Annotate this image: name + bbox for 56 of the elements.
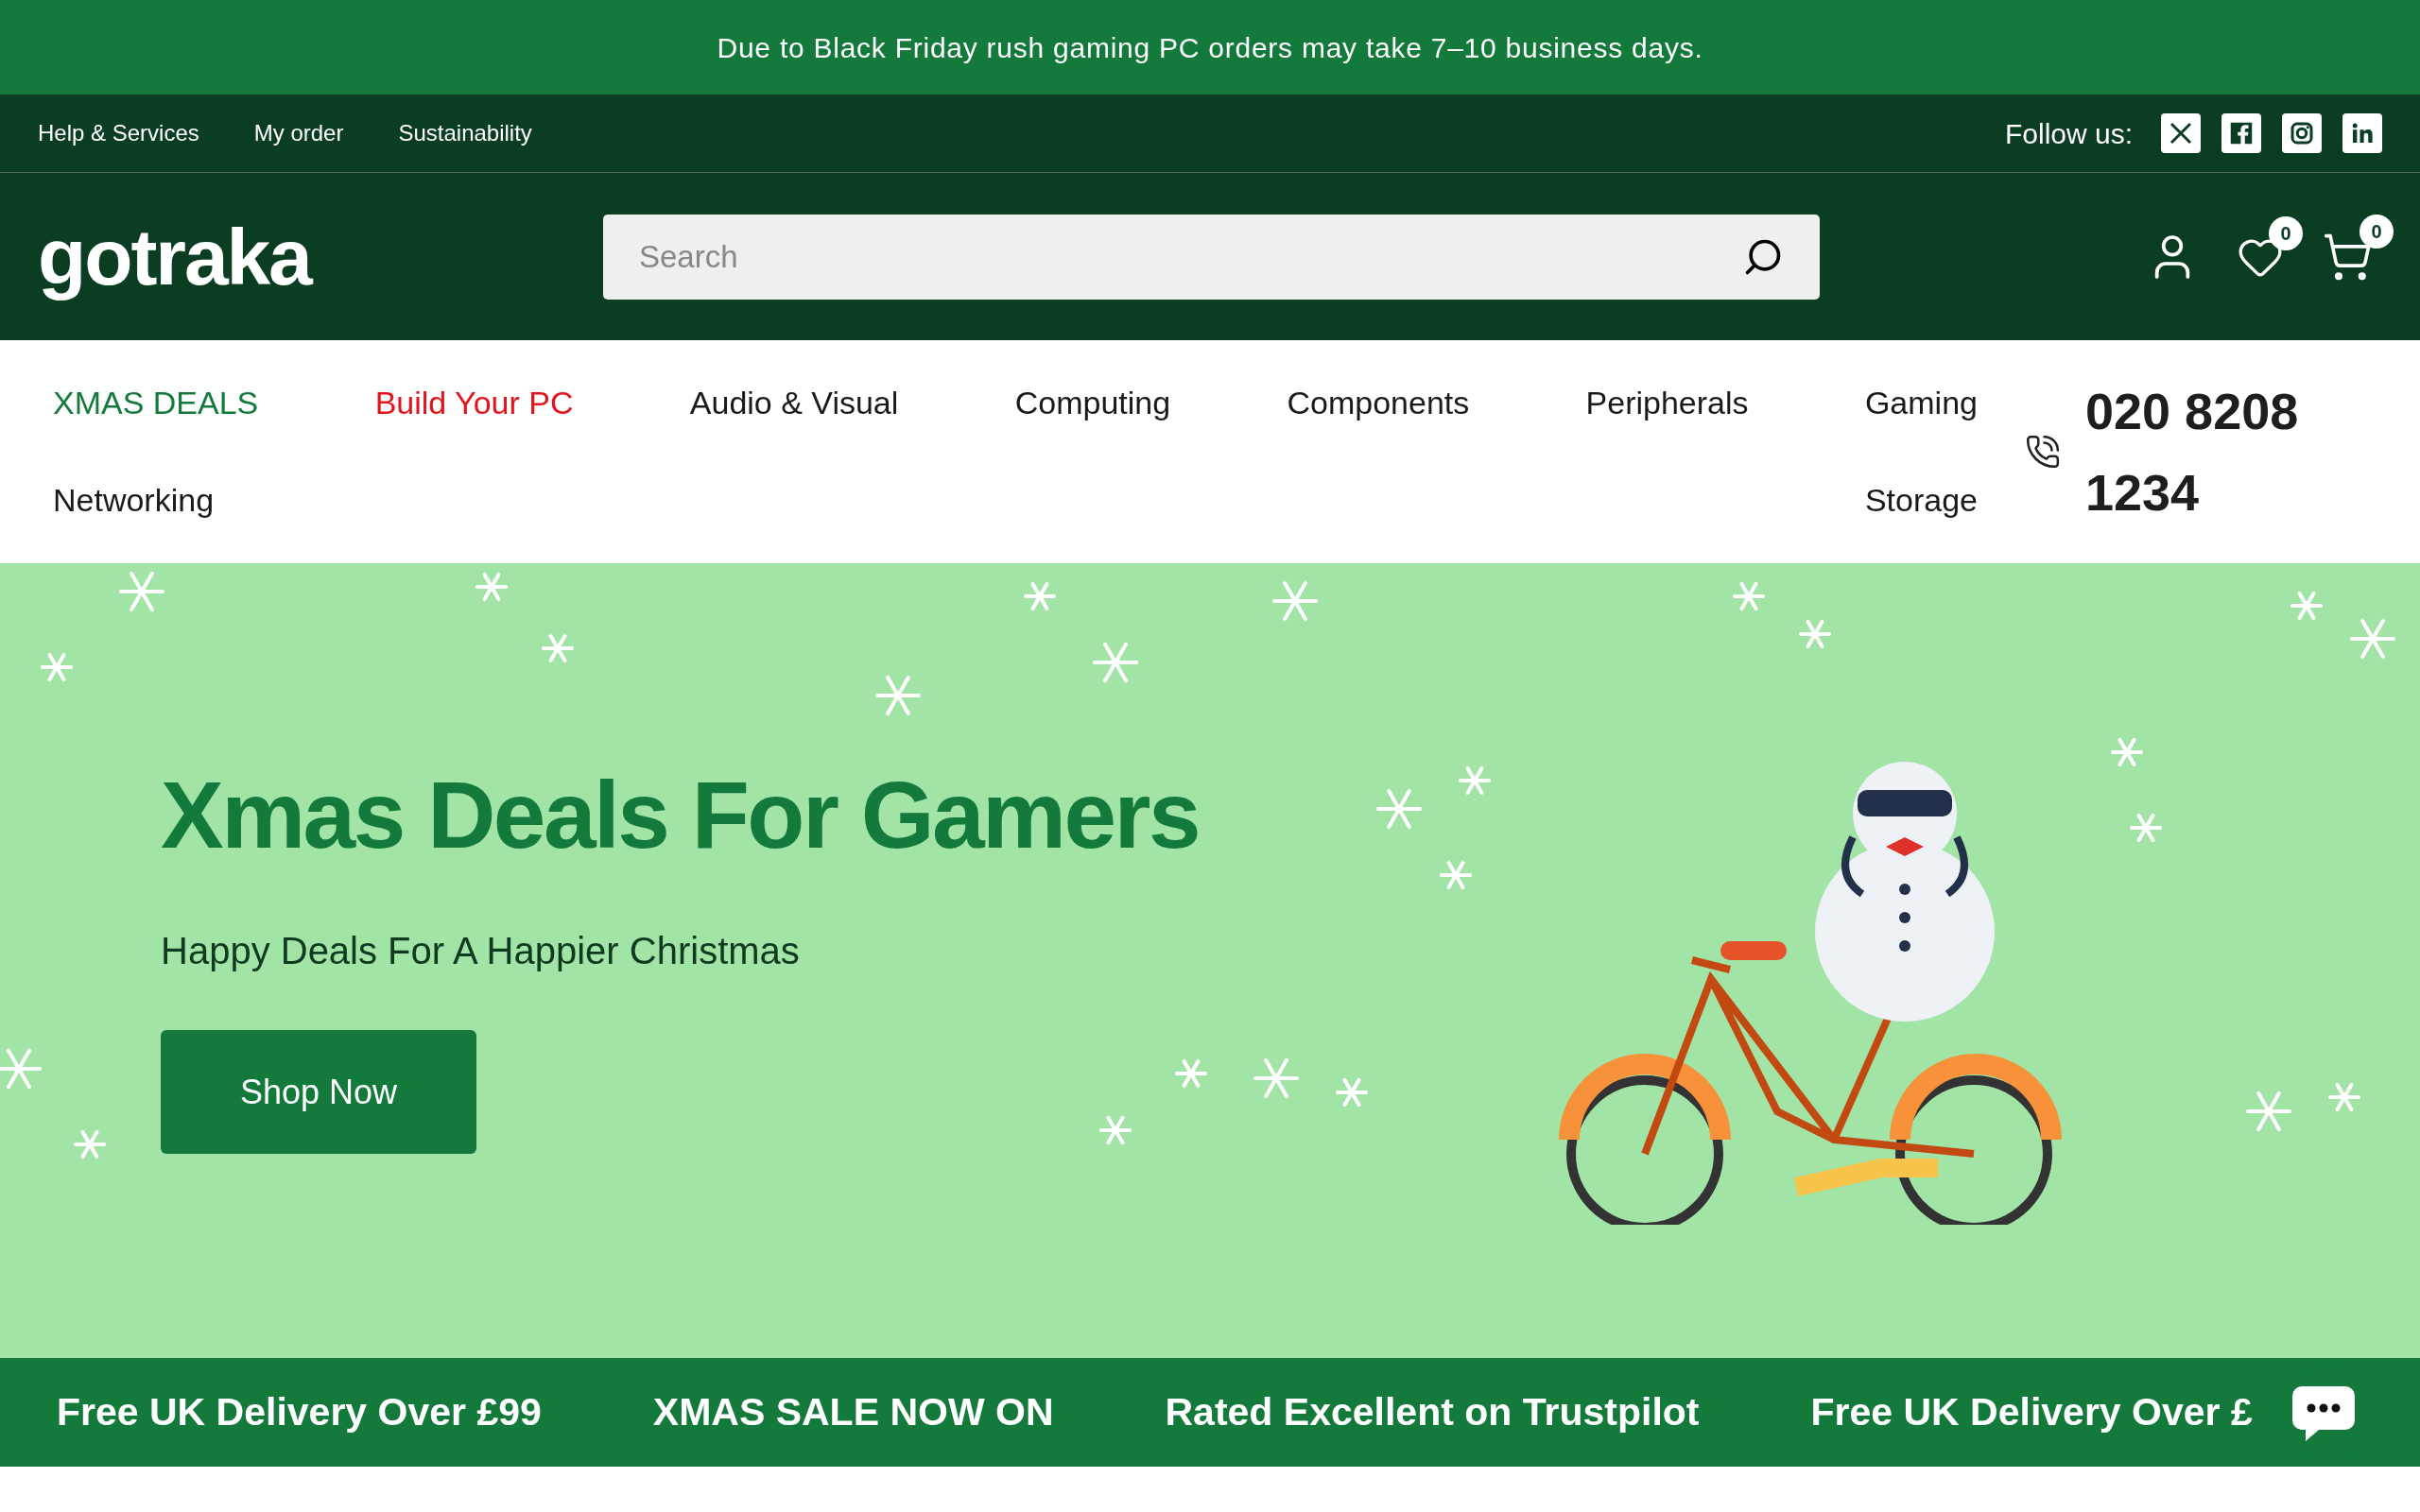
wishlist-count-badge: 0 (2269, 215, 2303, 250)
announcement-text: Due to Black Friday rush gaming PC orders may take 7–10 business days. (717, 30, 1703, 65)
cart-count-badge: 0 (2360, 214, 2394, 249)
nav-link[interactable]: Networking (53, 476, 215, 524)
ticker-text: Free UK Delivery Over £ (1810, 1388, 2253, 1435)
instagram-icon[interactable] (2282, 113, 2322, 153)
nav-link[interactable]: Computing (1014, 379, 1171, 427)
top-link[interactable]: Sustainability (398, 116, 532, 150)
hero-subtitle: Happy Deals For A Happier Christmas (161, 929, 800, 973)
snowflake-icon (2130, 813, 2162, 843)
phone-icon (2025, 434, 2061, 470)
snowflake-icon (1440, 860, 1472, 890)
top-link[interactable]: My order (253, 116, 344, 150)
snowflake-icon (1376, 788, 1422, 830)
snowflake-icon (875, 675, 921, 716)
snowflake-icon (1272, 580, 1318, 622)
nav-link[interactable]: Build Your PC (374, 379, 574, 427)
snowflake-icon (1175, 1058, 1207, 1089)
snowflake-icon (41, 652, 73, 682)
snowflake-icon (119, 571, 164, 612)
snowflake-icon (542, 633, 574, 663)
x-icon[interactable] (2161, 113, 2201, 153)
snowflake-icon (0, 1048, 42, 1090)
search-field[interactable]: Search (603, 214, 1820, 300)
top-link[interactable]: Help & Services (38, 116, 199, 150)
ticker-text: Free UK Delivery Over £99 (57, 1388, 542, 1435)
snowflake-icon (1799, 619, 1831, 649)
hero-title: Xmas Deals For Gamers (161, 767, 1200, 862)
snowflake-icon (1099, 1115, 1132, 1145)
snowflake-icon (1253, 1057, 1299, 1099)
nav-link[interactable]: Gaming (1864, 379, 1978, 427)
snowflake-icon (2111, 737, 2143, 767)
snowflake-icon (1093, 642, 1138, 683)
shop-now-button[interactable]: Shop Now (161, 1030, 476, 1154)
snowflake-icon (2350, 618, 2395, 660)
snowflake-icon (74, 1129, 106, 1160)
ticker-text: XMAS SALE NOW ON (652, 1388, 1054, 1435)
linkedin-icon[interactable] (2342, 113, 2382, 153)
ticker-text: Rated Excellent on Trustpilot (1165, 1388, 1700, 1435)
snowflake-icon (1733, 581, 1765, 611)
facebook-icon[interactable] (2221, 113, 2261, 153)
chat-bubble-icon (2290, 1384, 2357, 1443)
nav-link[interactable]: Storage (1864, 476, 1978, 524)
snowflake-icon (1024, 581, 1056, 611)
nav-link[interactable]: Components (1287, 379, 1470, 427)
follow-label: Follow us: (2004, 116, 2133, 151)
snowflake-icon (2328, 1082, 2360, 1112)
nav-link[interactable]: Audio & Visual (689, 379, 899, 427)
nav-link[interactable]: XMAS DEALS (53, 379, 259, 427)
snowflake-icon (1336, 1077, 1368, 1108)
snowflake-icon (2290, 591, 2323, 621)
snowflake-icon (1459, 765, 1491, 796)
snowflake-icon (475, 572, 508, 602)
phone-number: 020 8208 1234 (2085, 381, 2300, 523)
snowflake-icon (2246, 1091, 2291, 1132)
nav-link[interactable]: Peripherals (1585, 379, 1749, 427)
